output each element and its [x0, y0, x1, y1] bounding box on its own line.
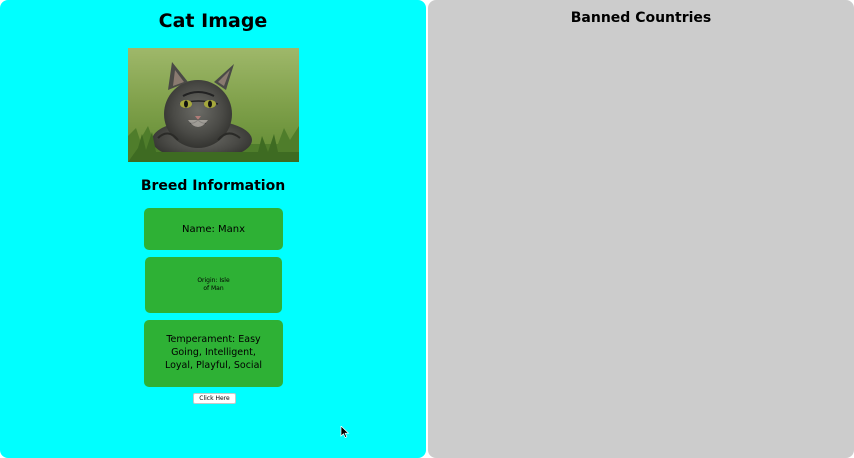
breed-temperament-card: Temperament: Easy Going, Intelligent, Lo… [144, 320, 283, 387]
breed-origin-text: Origin: Isle of Man [197, 277, 230, 292]
banned-countries-title: Banned Countries [570, 10, 712, 26]
breed-temperament-text: Temperament: Easy Going, Intelligent, Lo… [164, 334, 263, 371]
cat-image-title: Cat Image [158, 10, 268, 32]
app-root: Cat Image Breed Information Name: Manx O… [0, 0, 854, 458]
mouse-cursor-icon [340, 426, 350, 438]
breed-name-text: Name: Manx [181, 223, 246, 235]
cat-photo [128, 48, 299, 162]
cat-panel: Cat Image Breed Information Name: Manx O… [0, 0, 426, 458]
banned-countries-panel: Banned Countries [428, 0, 854, 458]
breed-name-card: Name: Manx [144, 208, 283, 250]
breed-origin-card: Origin: Isle of Man [145, 257, 282, 313]
breed-information-heading: Breed Information [140, 178, 286, 194]
click-here-button[interactable]: Click Here [193, 393, 236, 404]
